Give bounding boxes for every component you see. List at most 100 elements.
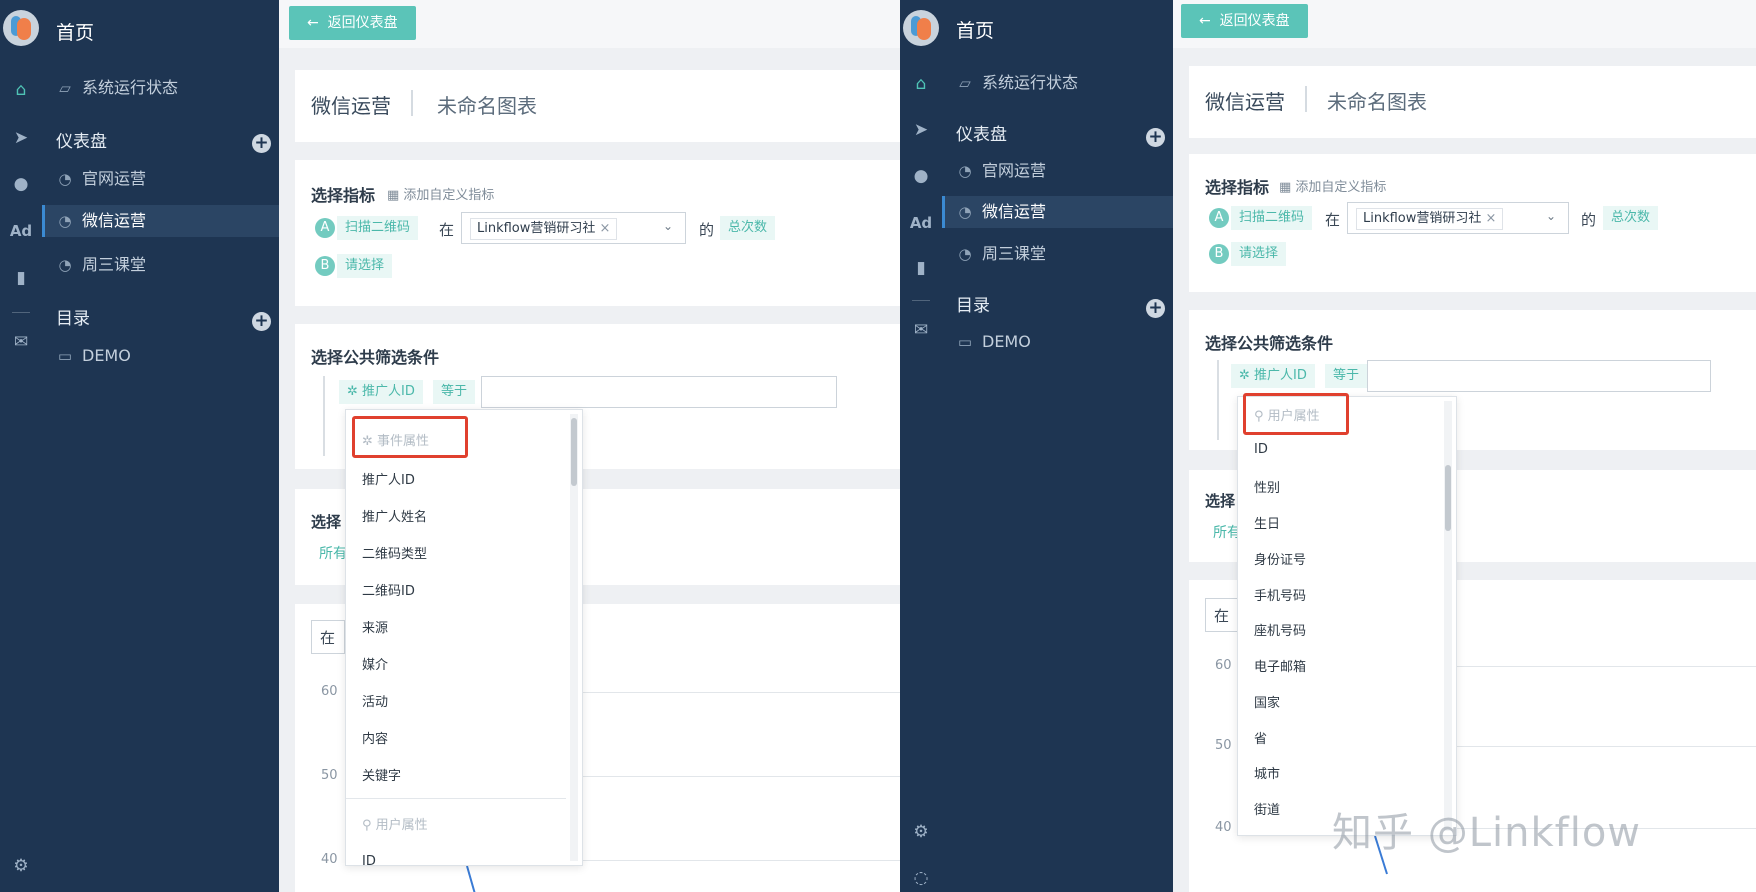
dropdown-option[interactable]: 省 [1254, 728, 1267, 747]
chart-name[interactable]: 未命名图表 [1327, 86, 1427, 115]
app-logo [903, 10, 939, 46]
wechat-icon[interactable]: ✉ [900, 320, 942, 340]
sidebar-item-dashboard-active[interactable]: ◔ 微信运营 [42, 205, 279, 237]
dropdown-option[interactable]: ID [362, 854, 376, 865]
add-folder-icon[interactable]: + [1146, 299, 1165, 318]
chevron-down-icon: ⌄ [1545, 209, 1556, 223]
filter-indent-line [1217, 360, 1219, 440]
y-tick: 40 [1215, 820, 1232, 835]
filter-heading: 选择公共筛选条件 [1205, 334, 1334, 353]
settings-icon[interactable]: ⚙ [0, 856, 42, 876]
property-select[interactable]: Linkflow营销研习社 × ⌄ [1347, 202, 1569, 234]
sidebar-item-dashboard[interactable]: ◔ 官网运营 [942, 155, 1173, 187]
dropdown-option[interactable]: 国家 [1254, 692, 1280, 711]
gauge-icon: ◔ [58, 170, 72, 188]
dropdown-option[interactable]: 媒介 [362, 654, 388, 673]
home-icon[interactable]: ⌂ [0, 80, 42, 100]
watermark: 知乎 @Linkflow [1332, 810, 1642, 856]
bar-chart-icon[interactable]: ▮ [900, 258, 942, 278]
sidebar-item-system-status[interactable]: ▱ 系统运行状态 [942, 67, 1173, 99]
user-icon[interactable]: ● [0, 174, 42, 194]
dropdown-option[interactable]: 城市 [1254, 763, 1280, 782]
send-icon[interactable]: ➤ [900, 120, 942, 140]
add-custom-metric-link[interactable]: ▦ 添加自定义指标 [1279, 176, 1386, 195]
metrics-card: 选择指标 ▦ 添加自定义指标 A 扫描二维码 在 Linkflow营销研习社 ×… [1189, 154, 1756, 292]
metric-b-placeholder[interactable]: 请选择 [337, 254, 393, 278]
grouping-chip[interactable]: 所有 [319, 543, 347, 563]
dropdown-option[interactable]: 手机号码 [1254, 585, 1306, 604]
add-dashboard-icon[interactable]: + [1146, 128, 1165, 147]
dropdown-option[interactable]: 推广人姓名 [362, 506, 427, 525]
sidebar-item-folder[interactable]: ▭ DEMO [42, 340, 279, 372]
back-to-dashboard-button[interactable]: ← 返回仪表盘 [289, 6, 416, 40]
chart-name[interactable]: 未命名图表 [437, 90, 537, 119]
measure-chip[interactable]: 总次数 [1603, 206, 1659, 230]
sidebar-item-dashboard[interactable]: ◔ 周三课堂 [942, 238, 1173, 270]
dropdown-scroll-thumb[interactable] [571, 418, 577, 486]
filter-field[interactable]: ✲ 推广人ID [1231, 364, 1315, 388]
dropdown-option[interactable]: 生日 [1254, 513, 1280, 532]
filter-operator[interactable]: 等于 [433, 380, 476, 404]
ad-icon[interactable]: Ad [0, 222, 42, 240]
dropdown-option[interactable]: 性别 [1254, 477, 1280, 496]
ad-icon[interactable]: Ad [900, 214, 942, 232]
wechat-icon[interactable]: ✉ [0, 332, 42, 352]
dropdown-scrollbar[interactable] [570, 414, 578, 861]
sidebar-item-dashboard[interactable]: ◔ 周三课堂 [42, 249, 279, 281]
sidebar: 首页 ▱ 系统运行状态 仪表盘 + ◔ 官网运营 ◔ 微信运营 ◔ 周三课堂 目录 + … [42, 0, 279, 892]
metric-b-placeholder[interactable]: 请选择 [1231, 242, 1287, 266]
filter-field-dropdown: ✲ 事件属性 推广人ID 推广人姓名 二维码类型 二维码ID 来源 媒介 活动 … [345, 409, 583, 866]
sidebar-item-folder[interactable]: ▭ DEMO [942, 326, 1173, 358]
dropdown-option[interactable]: 街道 [1254, 799, 1280, 818]
dashboard-name: 微信运营 [311, 94, 391, 118]
home-icon[interactable]: ⌂ [900, 74, 942, 94]
sidebar-home[interactable]: 首页 [42, 17, 279, 49]
property-select[interactable]: Linkflow营销研习社 × ⌄ [461, 212, 686, 244]
main-area: ← 返回仪表盘 微信运营 未命名图表 选择指标 ▦ 添加自定义指标 A 扫描二维… [279, 0, 900, 892]
add-custom-metric-link[interactable]: ▦ 添加自定义指标 [387, 184, 494, 203]
back-to-dashboard-button[interactable]: ← 返回仪表盘 [1181, 4, 1308, 38]
sidebar-item-dashboard-active[interactable]: ◔ 微信运营 [942, 196, 1173, 228]
bar-chart-icon[interactable]: ▮ [0, 268, 42, 288]
metric-a-event[interactable]: 扫描二维码 [337, 216, 419, 240]
time-range-select[interactable]: 在 [311, 620, 345, 654]
dropdown-divider [346, 798, 566, 799]
title-card: 微信运营 未命名图表 [1189, 66, 1756, 138]
dropdown-option[interactable]: 来源 [362, 617, 388, 636]
filter-value-input[interactable] [1367, 360, 1711, 392]
filter-field[interactable]: ✲ 推广人ID [339, 380, 423, 404]
filter-indent-line [323, 376, 325, 456]
measure-chip[interactable]: 总次数 [720, 216, 776, 240]
dropdown-option[interactable]: 推广人ID [362, 469, 415, 488]
sidebar-item-system-status[interactable]: ▱ 系统运行状态 [42, 72, 279, 104]
dropdown-option[interactable]: 关键字 [362, 765, 401, 784]
time-range-select[interactable]: 在 [1205, 598, 1239, 632]
sidebar-home[interactable]: 首页 [942, 15, 1173, 47]
dropdown-option[interactable]: 活动 [362, 691, 388, 710]
dropdown-option[interactable]: 二维码ID [362, 580, 415, 599]
add-dashboard-icon[interactable]: + [252, 134, 271, 153]
dropdown-option[interactable]: ID [1254, 442, 1268, 457]
folder-icon: ▭ [957, 333, 973, 351]
add-folder-icon[interactable]: + [252, 312, 271, 331]
filter-value-input[interactable] [481, 376, 837, 408]
metric-a-event[interactable]: 扫描二维码 [1231, 206, 1313, 230]
icon-bar: ⌂ ➤ ● Ad ▮ ✉ ⚙ ◌ [900, 0, 942, 892]
tag-remove-icon[interactable]: × [600, 221, 611, 236]
settings-icon[interactable]: ⚙ [900, 822, 942, 842]
dropdown-option[interactable]: 内容 [362, 728, 388, 747]
dropdown-option[interactable]: 电子邮箱 [1254, 656, 1306, 675]
sidebar-item-dashboard[interactable]: ◔ 官网运营 [42, 163, 279, 195]
gauge-icon: ◔ [58, 256, 72, 274]
y-tick: 60 [1215, 658, 1232, 673]
dropdown-option[interactable]: 二维码类型 [362, 543, 427, 562]
dropdown-option[interactable]: 身份证号 [1254, 549, 1306, 568]
dropdown-scrollbar[interactable] [1444, 401, 1452, 831]
dropdown-scroll-thumb[interactable] [1445, 465, 1451, 531]
dropdown-option[interactable]: 座机号码 [1254, 620, 1306, 639]
user-icon[interactable]: ● [900, 166, 942, 186]
filter-operator[interactable]: 等于 [1325, 364, 1368, 388]
tag-remove-icon[interactable]: × [1486, 211, 1497, 226]
send-icon[interactable]: ➤ [0, 128, 42, 148]
chat-icon[interactable]: ◌ [900, 868, 942, 888]
